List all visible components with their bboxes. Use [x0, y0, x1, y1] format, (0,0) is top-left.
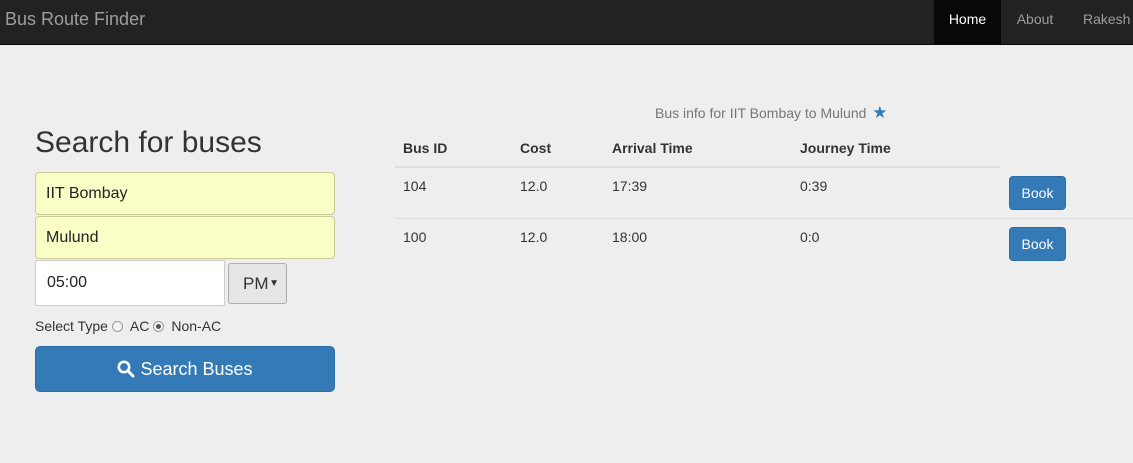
radio-non-ac-label: Non-AC — [171, 318, 222, 334]
caret-down-icon: ▼ — [269, 278, 279, 289]
nav-about[interactable]: About — [1001, 0, 1069, 44]
row1-arrival: 17:39 — [612, 178, 648, 194]
results-caption: Bus info for IIT Bombay to Mulund ★ — [655, 103, 888, 123]
row2-cost: 12.0 — [520, 229, 548, 245]
brand-link[interactable]: Bus Route Finder — [5, 9, 145, 30]
row2-journey: 0:0 — [800, 229, 820, 245]
type-label: Select Type — [35, 318, 108, 334]
search-title: Search for buses — [35, 126, 262, 159]
to-field[interactable] — [35, 216, 335, 259]
row1-journey: 0:39 — [800, 178, 828, 194]
col-header-journey: Journey Time — [800, 140, 891, 156]
from-field[interactable] — [35, 172, 335, 215]
table-row-divider — [395, 218, 1133, 219]
row2-arrival: 18:00 — [612, 229, 648, 245]
search-buses-button[interactable]: Search Buses — [35, 346, 335, 392]
nav-user[interactable]: Rakesh — [1069, 0, 1133, 44]
search-icon — [117, 360, 135, 378]
ampm-select[interactable]: PM ▼ — [228, 263, 287, 304]
nav-home[interactable]: Home — [934, 0, 1001, 44]
col-header-arrival: Arrival Time — [612, 140, 693, 156]
col-header-cost: Cost — [520, 140, 552, 156]
table-header-divider — [395, 166, 1000, 168]
radio-ac[interactable] — [111, 320, 123, 332]
results-caption-text: Bus info for IIT Bombay to Mulund — [655, 105, 867, 121]
book-button-row2[interactable]: Book — [1009, 227, 1066, 261]
row2-bus-id: 100 — [403, 229, 427, 245]
col-header-bus-id: Bus ID — [403, 140, 448, 156]
search-buses-label: Search Buses — [140, 358, 253, 379]
time-field[interactable] — [35, 260, 225, 306]
ampm-selected-value: PM — [243, 274, 269, 293]
row1-bus-id: 104 — [403, 178, 427, 194]
type-selector: Select Type AC Non-AC — [35, 318, 221, 334]
star-icon: ★ — [872, 103, 888, 122]
radio-ac-label: AC — [129, 318, 150, 334]
navbar: Bus Route Finder Home About Rakesh — [0, 0, 1133, 45]
book-button-row1[interactable]: Book — [1009, 176, 1066, 210]
row1-cost: 12.0 — [520, 178, 548, 194]
radio-non-ac[interactable] — [153, 320, 165, 332]
